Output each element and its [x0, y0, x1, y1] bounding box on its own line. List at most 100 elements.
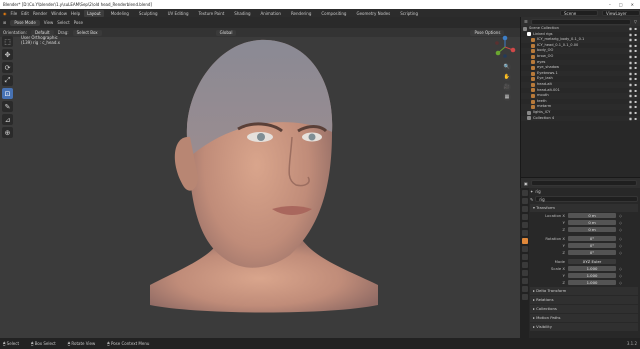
- world-tab-icon[interactable]: [521, 230, 528, 236]
- keyframe-dot-icon[interactable]: ◇: [619, 273, 622, 278]
- blender-logo-icon[interactable]: ◉: [3, 11, 7, 16]
- tab-scripting[interactable]: Scripting: [397, 10, 421, 17]
- menu-file[interactable]: File: [11, 11, 18, 16]
- tool-tab-icon[interactable]: [521, 190, 528, 196]
- rotation-mode-row: Mode XYZ Euler: [530, 258, 638, 265]
- keyframe-dot-icon[interactable]: ◇: [619, 220, 622, 225]
- tab-texture-paint[interactable]: Texture Paint: [195, 10, 227, 17]
- tab-uv-editing[interactable]: UV Editing: [165, 10, 192, 17]
- keyframe-dot-icon[interactable]: ◇: [619, 236, 622, 241]
- location-row: Z0 m ◇: [530, 226, 638, 233]
- render-tab-icon[interactable]: [521, 198, 528, 204]
- menu-pose[interactable]: Pose: [74, 20, 83, 25]
- rotation-value-field[interactable]: 0°: [568, 236, 616, 241]
- tab-layout[interactable]: Layout: [84, 9, 104, 17]
- drag-dropdown[interactable]: Select Box: [72, 29, 102, 36]
- transform-tool-icon[interactable]: ⊡: [2, 88, 13, 99]
- property-section-header[interactable]: ▸ Delta Transform: [530, 287, 638, 295]
- property-section-header[interactable]: ▸ Collections: [530, 305, 638, 313]
- navigation-gizmo[interactable]: [493, 35, 517, 59]
- tab-modeling[interactable]: Modeling: [108, 10, 132, 17]
- physics-tab-icon[interactable]: [521, 254, 528, 260]
- texture-tab-icon[interactable]: [521, 294, 528, 300]
- keyframe-dot-icon[interactable]: ◇: [619, 250, 622, 255]
- tab-shading[interactable]: Shading: [231, 10, 253, 17]
- keyframe-dot-icon[interactable]: ◇: [619, 280, 622, 285]
- viewport-nav-buttons: 🔍 ✋ 🎥 ▦: [503, 63, 511, 101]
- scene-tab-icon[interactable]: [521, 222, 528, 228]
- outliner-item[interactable]: Collection 4 ◉ ▪: [521, 115, 640, 122]
- 3d-viewport[interactable]: [0, 37, 520, 338]
- output-tab-icon[interactable]: [521, 206, 528, 212]
- keyframe-dot-icon[interactable]: ◇: [619, 227, 622, 232]
- measure-tool-icon[interactable]: ⊿: [2, 114, 13, 125]
- tab-rendering[interactable]: Rendering: [288, 10, 314, 17]
- menu-select[interactable]: Select: [57, 20, 69, 25]
- scale-value-field[interactable]: 1.000: [568, 280, 616, 285]
- properties-header: ▣: [521, 178, 640, 188]
- annotate-tool-icon[interactable]: ✎: [2, 101, 13, 112]
- keyframe-dot-icon[interactable]: ◇: [619, 266, 622, 271]
- collection-icon: [531, 88, 535, 93]
- rotation-value-field[interactable]: 0°: [568, 243, 616, 248]
- zoom-icon[interactable]: 🔍: [503, 63, 511, 71]
- filter-icon[interactable]: ▽: [634, 19, 637, 24]
- bone-tab-icon[interactable]: [521, 278, 528, 284]
- render-camera-icon[interactable]: ▪: [633, 116, 638, 122]
- move-tool-icon[interactable]: ✥: [2, 49, 13, 60]
- mode-dropdown[interactable]: Pose Mode: [10, 19, 40, 26]
- pan-hand-icon[interactable]: ✋: [503, 73, 511, 81]
- property-section-header[interactable]: ▸ Relations: [530, 296, 638, 304]
- tab-compositing[interactable]: Compositing: [318, 10, 349, 17]
- rotation-mode-dropdown[interactable]: XYZ Euler: [568, 259, 616, 264]
- property-section-header[interactable]: ▸ Visibility: [530, 323, 638, 331]
- properties-search-input[interactable]: [530, 180, 637, 186]
- keyframe-dot-icon[interactable]: ◇: [619, 213, 622, 218]
- scale-value-field[interactable]: 1.000: [568, 273, 616, 278]
- bone-constraint-tab-icon[interactable]: [521, 286, 528, 292]
- add-tool-icon[interactable]: ⊕: [2, 127, 13, 138]
- location-label: Z: [562, 227, 565, 232]
- bone-name-field[interactable]: rig: [535, 196, 638, 202]
- modifier-tab-icon[interactable]: [521, 246, 528, 252]
- location-value-field[interactable]: 0 m: [568, 213, 616, 218]
- tab-geometry-nodes[interactable]: Geometry Nodes: [353, 10, 393, 17]
- ortho-toggle-icon[interactable]: ▦: [503, 93, 511, 101]
- constraints-tab-icon[interactable]: [521, 262, 528, 268]
- rotation-value-field[interactable]: 0°: [568, 250, 616, 255]
- view-layer-tab-icon[interactable]: [521, 214, 528, 220]
- data-tab-icon[interactable]: [521, 270, 528, 276]
- camera-view-icon[interactable]: 🎥: [503, 83, 511, 91]
- menu-window[interactable]: Window: [51, 11, 67, 16]
- minimize-icon[interactable]: –: [609, 2, 611, 7]
- transform-section-header[interactable]: ▾ Transform: [530, 204, 638, 212]
- outliner-search-input[interactable]: [530, 18, 631, 25]
- scene-selector[interactable]: Scene: [560, 10, 598, 16]
- keyframe-dot-icon[interactable]: ◇: [619, 243, 622, 248]
- outliner-editor-icon[interactable]: ☰: [524, 19, 528, 24]
- scale-value-field[interactable]: 1.000: [568, 266, 616, 271]
- rotate-tool-icon[interactable]: ⟳: [2, 62, 13, 73]
- viewport-info: User Orthographic (139) rig : c_head.x: [21, 35, 60, 45]
- close-icon[interactable]: ✕: [631, 2, 634, 7]
- object-tab-icon[interactable]: [521, 238, 528, 244]
- tab-animation[interactable]: Animation: [258, 10, 284, 17]
- location-value-field[interactable]: 0 m: [568, 220, 616, 225]
- scale-tool-icon[interactable]: ⤢: [2, 75, 13, 86]
- transform-pivot-dropdown[interactable]: Global: [215, 29, 237, 36]
- section-label: Motion Paths: [536, 315, 561, 320]
- menu-render[interactable]: Render: [33, 11, 47, 16]
- location-value-field[interactable]: 0 m: [568, 227, 616, 232]
- tab-sculpting[interactable]: Sculpting: [136, 10, 161, 17]
- window-controls: – □ ✕: [609, 2, 640, 7]
- menu-edit[interactable]: Edit: [21, 11, 29, 16]
- maximize-icon[interactable]: □: [619, 2, 623, 7]
- menu-help[interactable]: Help: [71, 11, 80, 16]
- property-section-header[interactable]: ▸ Motion Paths: [530, 314, 638, 322]
- view-layer-selector[interactable]: ViewLayer: [602, 10, 640, 16]
- editor-type-icon[interactable]: ⊞: [3, 20, 6, 25]
- select-box-tool-icon[interactable]: ⬚: [2, 36, 13, 47]
- menu-view[interactable]: View: [44, 20, 54, 25]
- properties-editor-icon[interactable]: ▣: [524, 181, 528, 186]
- collection-icon: [523, 26, 527, 31]
